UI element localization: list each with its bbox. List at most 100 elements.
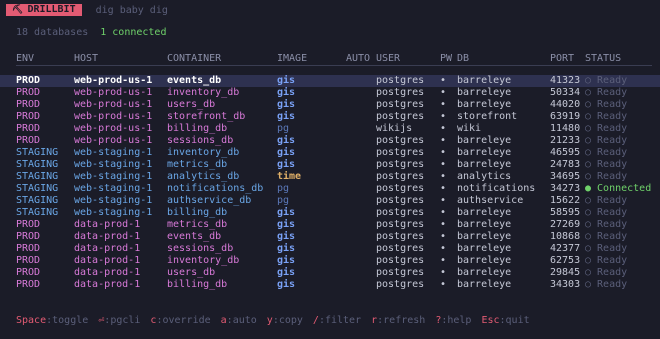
row-user: postgres: [376, 183, 425, 194]
row-port: 44020: [550, 99, 581, 110]
keybinding-label: :copy: [272, 315, 303, 326]
table-row[interactable]: PROD web-prod-us-1 sessions_db gis postgres •…: [0, 135, 660, 147]
row-password-indicator: •: [440, 231, 447, 242]
row-port: 21233: [550, 135, 581, 146]
row-image: gis: [277, 87, 296, 98]
row-container: sessions_db: [167, 243, 234, 254]
row-db: barreleye: [457, 147, 512, 158]
table-row[interactable]: PROD web-prod-us-1 events_db gis postgres • ba…: [0, 75, 660, 87]
row-host: web-staging-1: [74, 171, 153, 182]
row-password-indicator: •: [440, 267, 447, 278]
row-db: barreleye: [457, 99, 512, 110]
row-db: notifications: [457, 183, 536, 194]
table-row[interactable]: PROD web-prod-us-1 users_db gis postgres • bar…: [0, 99, 660, 111]
row-port: 46595: [550, 147, 581, 158]
row-env: STAGING: [16, 195, 59, 206]
table-row[interactable]: STAGING web-staging-1 billing_db gis postgre…: [0, 207, 660, 219]
row-user: postgres: [376, 231, 425, 242]
row-image: gis: [277, 207, 296, 218]
row-image: gis: [277, 219, 296, 230]
drill-icon: ⛏: [12, 5, 24, 15]
app-badge: ⛏ DRILLBIT: [6, 4, 82, 16]
column-header-pw: PW: [440, 53, 453, 64]
app-title: DRILLBIT: [27, 4, 76, 15]
table-row[interactable]: PROD data-prod-1 users_db gis postgres • barre…: [0, 267, 660, 279]
row-env: STAGING: [16, 207, 59, 218]
row-env: STAGING: [16, 159, 59, 170]
row-db: barreleye: [457, 75, 512, 86]
keybinding-label: :pgcli: [104, 315, 141, 326]
row-container: inventory_db: [167, 147, 240, 158]
row-status: ○ Ready: [585, 75, 628, 86]
row-status: ● Connected: [585, 183, 652, 194]
row-host: data-prod-1: [74, 279, 141, 290]
row-user: postgres: [376, 75, 425, 86]
table-row[interactable]: STAGING web-staging-1 inventory_db gis postg…: [0, 147, 660, 159]
row-container: storefront_db: [167, 111, 246, 122]
table-row[interactable]: PROD data-prod-1 inventory_db gis postgres • b…: [0, 255, 660, 267]
table-row[interactable]: PROD web-prod-us-1 storefront_db gis postgre…: [0, 111, 660, 123]
row-password-indicator: •: [440, 255, 447, 266]
row-host: web-prod-us-1: [74, 75, 153, 86]
app-tagline: dig baby dig: [95, 4, 168, 16]
row-image: gis: [277, 159, 296, 170]
row-container: analytics_db: [167, 171, 240, 182]
row-container: events_db: [167, 75, 222, 86]
table-row[interactable]: PROD data-prod-1 metrics_db gis postgres • bar…: [0, 219, 660, 231]
table-row[interactable]: PROD data-prod-1 billing_db gis postgres • bar…: [0, 279, 660, 291]
row-image: pg: [277, 123, 290, 134]
row-container: authservice_db: [167, 195, 252, 206]
row-port: 10868: [550, 231, 581, 242]
row-port: 50334: [550, 87, 581, 98]
row-port: 11480: [550, 123, 581, 134]
row-user: postgres: [376, 99, 425, 110]
row-port: 29845: [550, 267, 581, 278]
title-bar: ⛏ DRILLBIT dig baby dig: [6, 4, 168, 16]
row-env: STAGING: [16, 171, 59, 182]
row-container: billing_db: [167, 279, 228, 290]
row-password-indicator: •: [440, 219, 447, 230]
column-header-db: DB: [457, 53, 470, 64]
table-row[interactable]: STAGING web-staging-1 metrics_db gis postgre…: [0, 159, 660, 171]
row-container: inventory_db: [167, 87, 240, 98]
column-header-host: HOST: [74, 53, 99, 64]
row-image: pg: [277, 195, 290, 206]
table-row[interactable]: PROD web-prod-us-1 billing_db pg wikijs • wiki…: [0, 123, 660, 135]
row-db: storefront: [457, 111, 518, 122]
row-user: postgres: [376, 255, 425, 266]
row-db: authservice: [457, 195, 524, 206]
table-row[interactable]: PROD web-prod-us-1 inventory_db gis postgres…: [0, 87, 660, 99]
keybinding-label: :help: [441, 315, 472, 326]
keybinding-label: :quit: [499, 315, 530, 326]
row-password-indicator: •: [440, 183, 447, 194]
table-row[interactable]: PROD data-prod-1 sessions_db gis postgres • ba…: [0, 243, 660, 255]
row-password-indicator: •: [440, 207, 447, 218]
row-status: ○ Ready: [585, 279, 628, 290]
row-port: 15622: [550, 195, 581, 206]
row-image: gis: [277, 255, 296, 266]
row-db: barreleye: [457, 243, 512, 254]
row-env: PROD: [16, 219, 41, 230]
keybinding-key: Esc: [481, 315, 500, 326]
row-container: billing_db: [167, 123, 228, 134]
row-user: postgres: [376, 87, 425, 98]
row-env: STAGING: [16, 147, 59, 158]
keybinding-label: :refresh: [377, 315, 426, 326]
row-env: PROD: [16, 231, 41, 242]
row-env: PROD: [16, 99, 41, 110]
row-image: gis: [277, 279, 296, 290]
table-row[interactable]: STAGING web-staging-1 notifications_db pg po…: [0, 183, 660, 195]
row-password-indicator: •: [440, 87, 447, 98]
table-row[interactable]: STAGING web-staging-1 analytics_db time post…: [0, 171, 660, 183]
table-row[interactable]: PROD data-prod-1 events_db gis postgres • barr…: [0, 231, 660, 243]
table-row[interactable]: STAGING web-staging-1 authservice_db pg post…: [0, 195, 660, 207]
row-status: ○ Ready: [585, 255, 628, 266]
row-host: data-prod-1: [74, 219, 141, 230]
keybinding-footer: Space:toggle ⏎:pgcli c:override a:auto y:cop…: [16, 315, 540, 326]
row-password-indicator: •: [440, 135, 447, 146]
row-host: data-prod-1: [74, 243, 141, 254]
row-status: ○ Ready: [585, 159, 628, 170]
summary-line: 18 databases 1 connected: [16, 27, 166, 38]
row-image: gis: [277, 99, 296, 110]
column-header-container: CONTAINER: [167, 53, 222, 64]
